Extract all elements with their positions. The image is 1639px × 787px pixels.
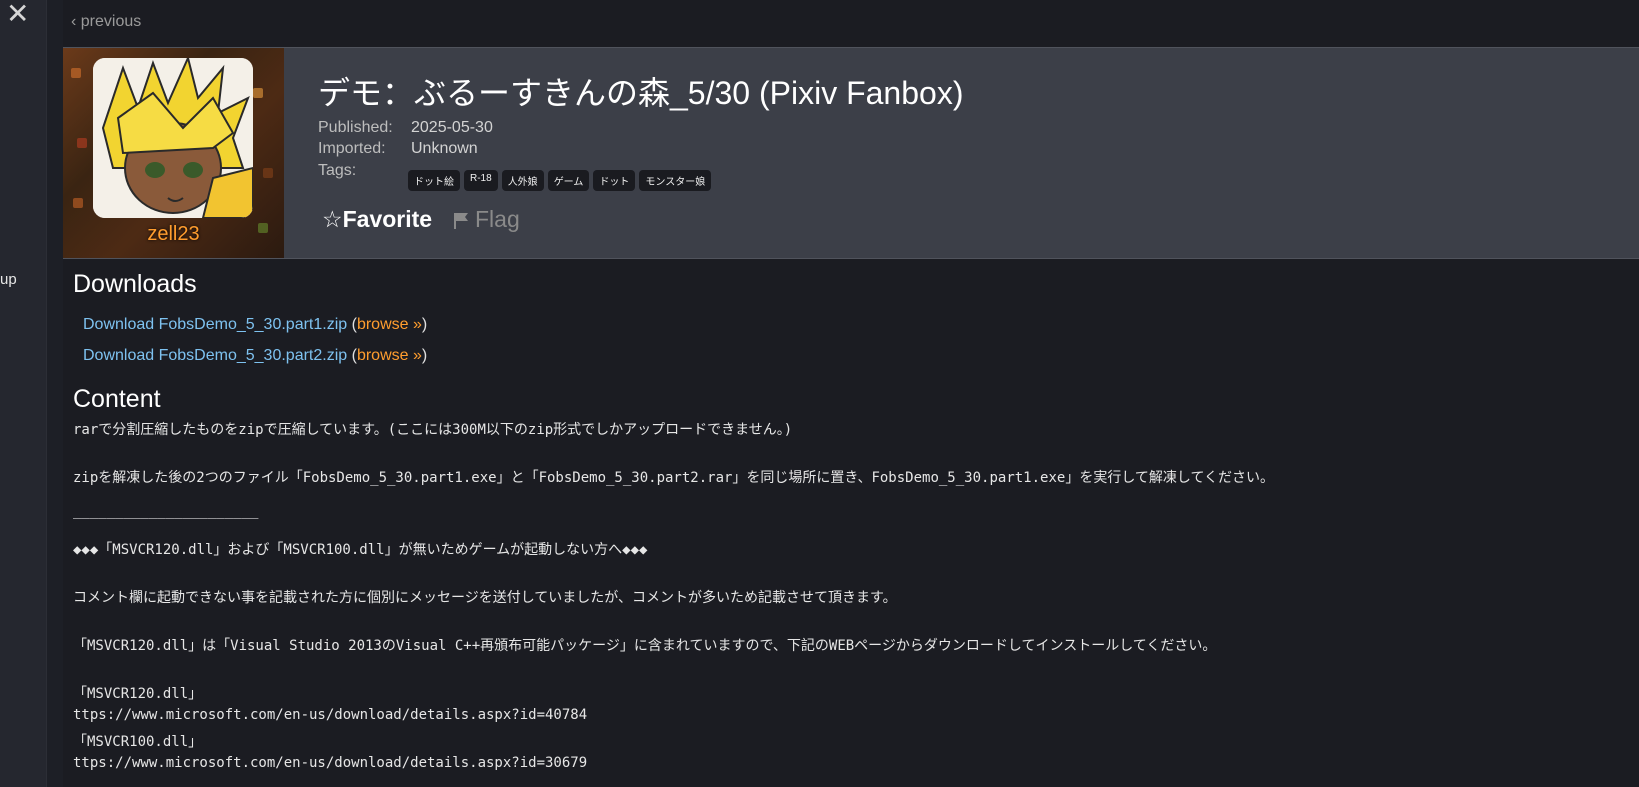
user-avatar[interactable] [93,58,253,218]
tags-label: Tags: [318,162,357,179]
main-content: ‹ previous zell23 デモ：ぶるーすきんの森_5/30 (Pixi… [63,0,1639,787]
published-row: Published: 2025-05-30 [318,119,493,137]
close-icon[interactable]: ✕ [6,0,29,28]
flag-label: Flag [475,206,520,232]
tag[interactable]: ドット絵 [408,170,460,191]
tag[interactable]: ドット [593,170,636,191]
imported-row: Imported: Unknown [318,140,478,158]
paren: ) [421,316,428,333]
content-line: 「MSVCR120.dll」 [73,686,203,702]
tags-row: Tags: [318,162,411,180]
content-divider: ______________________ [73,503,259,519]
content-line: コメント欄に起動できない事を記載された方に個別にメッセージを送付していましたが、… [73,590,897,606]
tag[interactable]: ゲーム [547,170,590,191]
post-header: zell23 デモ：ぶるーすきんの森_5/30 (Pixiv Fanbox) P… [63,47,1639,259]
content-line: 「MSVCR100.dll」 [73,734,203,750]
post-title: デモ：ぶるーすきんの森_5/30 (Pixiv Fanbox) [318,75,964,111]
content-line: rarで分割圧縮したものをzipで圧縮しています。(ここには300M以下のzip… [73,422,793,438]
download-item: Download FobsDemo_5_30.part1.zip (browse… [83,316,427,334]
paren: ) [421,347,428,364]
download-item: Download FobsDemo_5_30.part2.zip (browse… [83,347,427,365]
content-line: 「MSVCR120.dll」は「Visual Studio 2013のVisua… [73,638,1217,654]
tag[interactable]: モンスター娘 [639,170,712,191]
sidebar-partial-text[interactable]: up [0,271,17,288]
user-banner[interactable]: zell23 [63,48,284,258]
browse-link[interactable]: browse » [357,316,422,333]
tag-list: ドット絵 R-18 人外娘 ゲーム ドット モンスター娘 [408,170,712,191]
previous-link[interactable]: ‹ previous [71,13,141,31]
username[interactable]: zell23 [63,223,284,246]
tag[interactable]: R-18 [464,170,498,191]
browse-link[interactable]: browse » [357,347,422,364]
content-url: ttps://www.microsoft.com/en-us/download/… [73,707,588,723]
downloads-heading: Downloads [73,270,197,298]
published-label: Published: [318,119,393,136]
imported-label: Imported: [318,140,386,157]
content-line: ◆◆◆「MSVCR120.dll」および「MSVCR100.dll」が無いためゲ… [73,542,648,558]
content-line: zipを解凍した後の2つのファイル「FobsDemo_5_30.part1.ex… [73,470,1275,486]
sidebar: ✕ up [0,0,47,787]
download-link[interactable]: Download FobsDemo_5_30.part2.zip [83,347,347,364]
flag-icon [454,213,468,229]
content-url: ttps://www.microsoft.com/en-us/download/… [73,755,588,771]
download-link[interactable]: Download FobsDemo_5_30.part1.zip [83,316,347,333]
published-value: 2025-05-30 [411,119,493,136]
avatar-image [93,58,253,218]
content-heading: Content [73,385,161,413]
imported-value: Unknown [411,140,478,157]
flag-button[interactable]: Flag [453,206,520,233]
tag[interactable]: 人外娘 [501,170,544,191]
favorite-button[interactable]: ☆Favorite [322,206,432,233]
